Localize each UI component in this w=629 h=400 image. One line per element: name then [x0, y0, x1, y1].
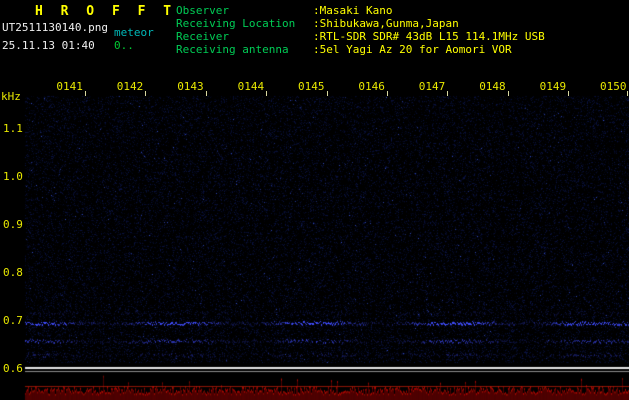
time-tick-label: 0148 — [479, 80, 506, 93]
time-tick-mark — [568, 91, 569, 96]
time-tick-label: 0142 — [116, 80, 144, 93]
info-row: Receiver :RTL-SDR SDR# 43dB L15 114.1MHz … — [176, 30, 545, 43]
info-row: Observer :Masaki Kano — [176, 4, 545, 17]
freq-tick-label: 0.8 — [3, 266, 23, 279]
hrofft-window: H R O F F T UT2511130140.png meteor 25.1… — [0, 0, 629, 400]
time-tick-label: 0150 — [600, 80, 627, 93]
station-info-block: Observer :Masaki Kano Receiving Location :S… — [176, 4, 545, 56]
info-label: Receiving antenna — [176, 43, 289, 56]
time-tick-label: 0144 — [237, 80, 265, 93]
time-tick-label: 0146 — [358, 80, 385, 93]
time-tick-label: 0141 — [56, 80, 83, 93]
info-label: Receiver — [176, 30, 229, 43]
time-tick-label: 0143 — [177, 80, 204, 93]
time-tick-mark — [508, 91, 509, 96]
time-tick-mark — [627, 91, 628, 96]
info-value: :Shibukawa,Gunma,Japan — [313, 17, 459, 30]
info-value: :RTL-SDR SDR# 43dB L15 114.1MHz USB — [313, 30, 545, 43]
time-tick-mark — [447, 91, 448, 96]
status-count: 0.. — [114, 39, 134, 52]
info-row: Receiving Location :Shibukawa,Gunma,Japan — [176, 17, 545, 30]
time-tick-label: 0145 — [298, 80, 325, 93]
time-tick-mark — [85, 91, 86, 96]
time-tick-label: 0149 — [539, 80, 567, 93]
freq-tick-label: 0.7 — [3, 314, 23, 327]
time-tick-label: 0147 — [418, 80, 446, 93]
info-label: Receiving Location — [176, 17, 296, 30]
mode-label: meteor — [114, 26, 154, 39]
freq-tick-label: 0.6 — [3, 362, 23, 375]
time-tick-mark — [327, 91, 328, 96]
spectrogram-canvas — [0, 0, 629, 400]
freq-tick-label: 1.0 — [3, 170, 23, 183]
info-label: Observer — [176, 4, 229, 17]
time-tick-mark — [266, 91, 267, 96]
info-row: Receiving antenna :5el Yagi Az 20 for Aom… — [176, 43, 545, 56]
info-value: :5el Yagi Az 20 for Aomori VOR — [313, 43, 512, 56]
freq-tick-label: 1.1 — [3, 122, 23, 135]
info-value: :Masaki Kano — [313, 4, 393, 17]
freq-tick-label: 0.9 — [3, 218, 23, 231]
time-tick-mark — [206, 91, 207, 96]
output-filename: UT2511130140.png — [2, 21, 108, 34]
datetime-label: 25.11.13 01:40 — [2, 39, 95, 52]
time-tick-mark — [387, 91, 388, 96]
freq-unit-label: kHz — [1, 90, 21, 103]
app-title: H R O F F T — [35, 4, 177, 19]
time-tick-mark — [145, 91, 146, 96]
